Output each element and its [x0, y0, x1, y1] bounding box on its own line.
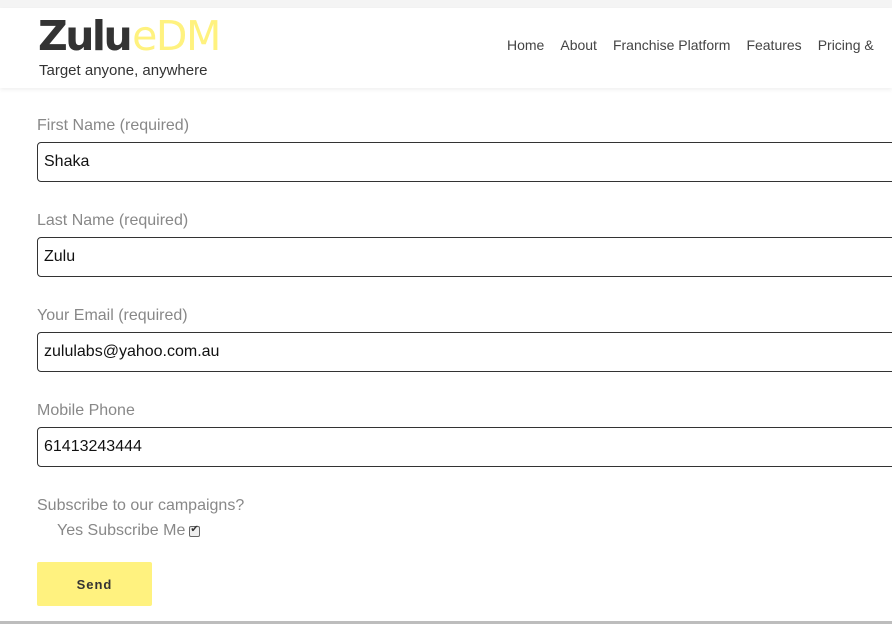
subscribe-option-label: Yes Subscribe Me	[57, 522, 186, 539]
nav-about[interactable]: About	[560, 37, 597, 53]
first-name-label: First Name (required)	[37, 117, 190, 134]
send-button[interactable]: Send	[37, 562, 152, 606]
nav-home[interactable]: Home	[507, 37, 544, 53]
mobile-phone-field[interactable]	[37, 427, 892, 467]
logo-accent-text: eDM	[132, 12, 221, 60]
first-name-field[interactable]	[37, 142, 892, 182]
nav-franchise-platform[interactable]: Franchise Platform	[613, 37, 730, 53]
last-name-label: Last Name (required)	[37, 212, 189, 229]
mobile-phone-label: Mobile Phone	[37, 402, 135, 419]
top-strip	[0, 0, 892, 8]
nav-pricing[interactable]: Pricing &	[818, 37, 874, 53]
site-logo[interactable]: Zulu eDM	[38, 12, 221, 60]
subscribe-option[interactable]: Yes Subscribe Me	[57, 522, 201, 540]
logo-main-text: Zulu	[38, 12, 133, 60]
subscribe-question: Subscribe to our campaigns?	[37, 497, 245, 514]
tagline: Target anyone, anywhere	[39, 62, 208, 79]
last-name-field[interactable]	[37, 237, 892, 277]
email-field[interactable]	[37, 332, 892, 372]
subscribe-checkbox[interactable]	[189, 524, 201, 537]
nav-features[interactable]: Features	[746, 37, 801, 53]
main-nav: Home About Franchise Platform Features P…	[507, 37, 890, 53]
email-label: Your Email (required)	[37, 307, 188, 324]
site-header: Zulu eDM Target anyone, anywhere Home Ab…	[0, 8, 892, 88]
